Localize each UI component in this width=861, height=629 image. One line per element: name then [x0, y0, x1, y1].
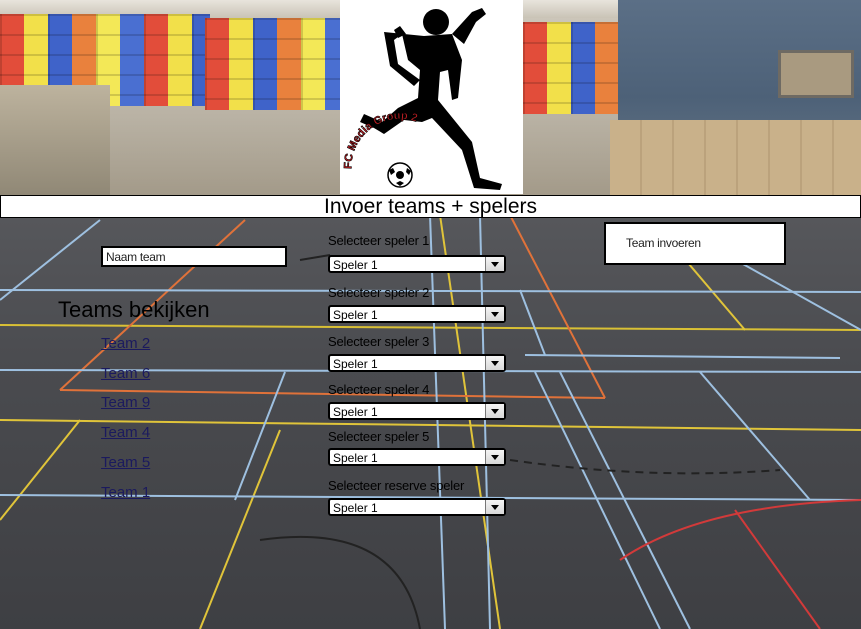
teams-section-title: Teams bekijken [58, 297, 210, 322]
player-3-select[interactable]: Speler 1 [328, 354, 506, 372]
player-1-label: Selecteer speler 1 [328, 233, 430, 248]
player-4-select[interactable]: Speler 1 [328, 402, 506, 420]
logo-text: FC Media Group 2 [342, 110, 419, 170]
svg-text:FC Media Group 2: FC Media Group 2 [342, 110, 419, 169]
team-link[interactable]: Team 4 [101, 424, 150, 441]
player-1-value: Speler 1 [333, 258, 378, 272]
page-title: Invoer teams + spelers [0, 195, 861, 218]
player-5-value: Speler 1 [333, 451, 378, 465]
team-link[interactable]: Team 5 [101, 454, 150, 471]
player-5-label: Selecteer speler 5 [328, 429, 430, 444]
submit-team-button[interactable]: Team invoeren [604, 222, 786, 265]
chevron-down-icon[interactable] [485, 356, 504, 370]
player-5-select[interactable]: Speler 1 [328, 448, 506, 466]
chevron-down-icon[interactable] [485, 307, 504, 321]
club-logo: FC Media Group 2 [340, 0, 523, 194]
player-3-value: Speler 1 [333, 357, 378, 371]
player-4-label: Selecteer speler 4 [328, 382, 430, 397]
player-2-label: Selecteer speler 2 [328, 285, 430, 300]
reserve-player-value: Speler 1 [333, 501, 378, 515]
team-link[interactable]: Team 1 [101, 484, 150, 501]
chevron-down-icon[interactable] [485, 500, 504, 514]
player-1-select[interactable]: Speler 1 [328, 255, 506, 273]
player-4-value: Speler 1 [333, 405, 378, 419]
chevron-down-icon[interactable] [485, 450, 504, 464]
football-player-logo-icon: FC Media Group 2 [342, 8, 502, 190]
reserve-player-select[interactable]: Speler 1 [328, 498, 506, 516]
team-name-input[interactable] [101, 246, 287, 267]
chevron-down-icon[interactable] [485, 257, 504, 271]
team-link[interactable]: Team 6 [101, 365, 150, 382]
team-link[interactable]: Team 9 [101, 394, 150, 411]
player-2-select[interactable]: Speler 1 [328, 305, 506, 323]
chevron-down-icon[interactable] [485, 404, 504, 418]
player-2-value: Speler 1 [333, 308, 378, 322]
team-link[interactable]: Team 2 [101, 335, 150, 352]
player-3-label: Selecteer speler 3 [328, 334, 430, 349]
reserve-player-label: Selecteer reserve speler [328, 478, 465, 493]
